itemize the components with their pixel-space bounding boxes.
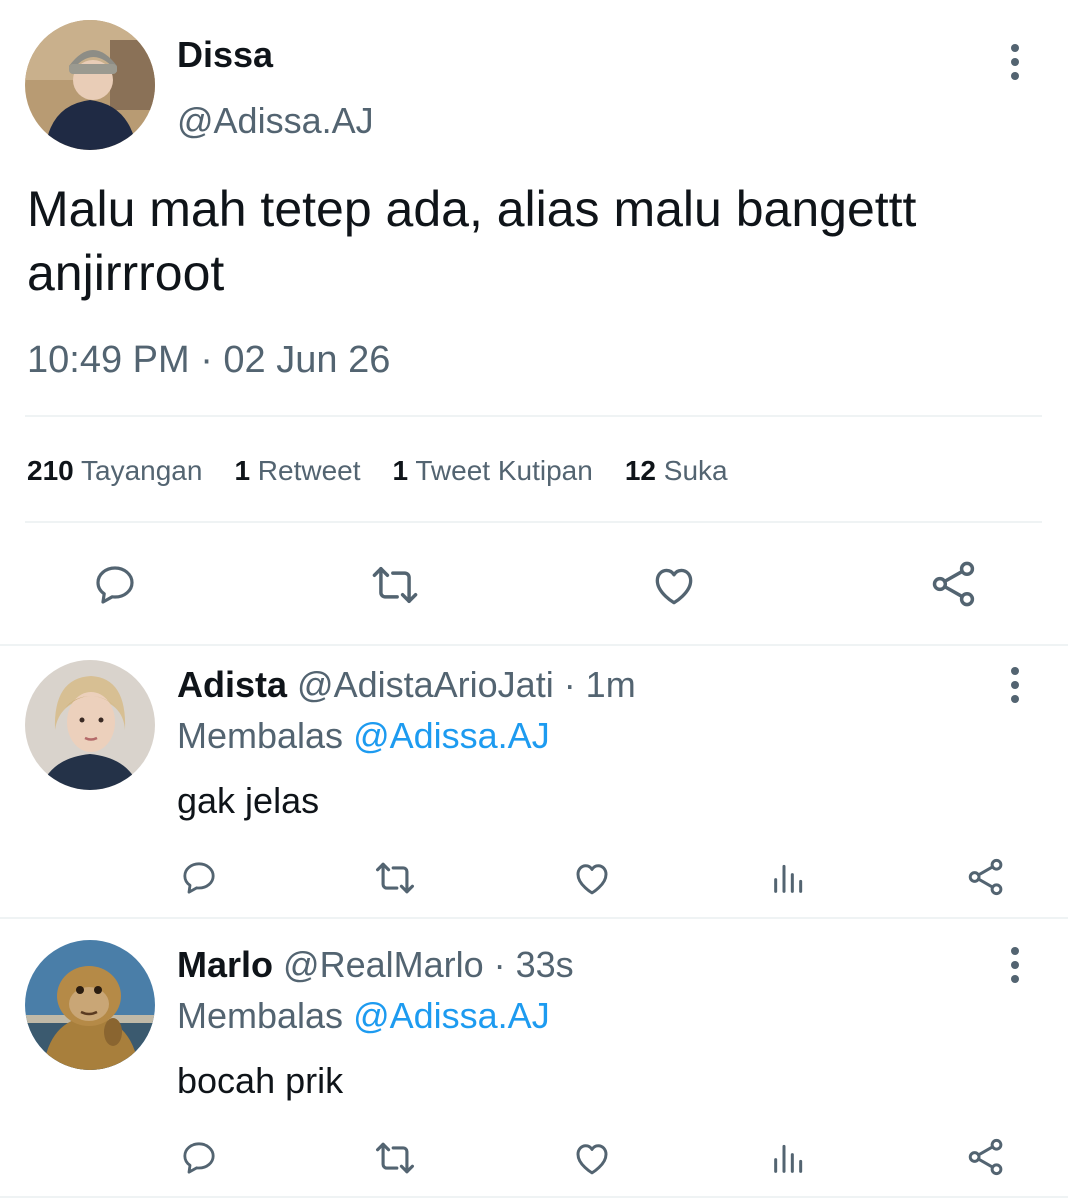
stat-likes[interactable]: 12 Suka — [625, 455, 728, 487]
reply-header: Adista @AdistaArioJati · 1m — [177, 664, 636, 706]
share-button[interactable] — [963, 1133, 1009, 1181]
like-button[interactable] — [644, 555, 704, 615]
retweet-button[interactable] — [365, 555, 425, 615]
share-icon — [968, 858, 1003, 896]
reply-author-name[interactable]: Adista — [177, 664, 287, 705]
reply-text: bocah prik — [177, 1060, 344, 1101]
reply-header: Marlo @RealMarlo · 33s — [177, 944, 574, 986]
views-icon — [774, 1144, 803, 1173]
reply-icon — [183, 862, 215, 894]
reply-handle-time[interactable]: @AdistaArioJati · 1m — [297, 664, 636, 705]
section-divider — [0, 644, 1068, 646]
reply-text: gak jelas — [177, 780, 320, 821]
stat-views[interactable]: 210 Tayangan — [27, 455, 202, 487]
divider — [25, 521, 1042, 523]
replying-to-link[interactable]: @Adissa.AJ — [353, 715, 550, 756]
stat-quote-tweets[interactable]: 1 Tweet Kutipan — [393, 455, 593, 487]
avatar[interactable] — [25, 660, 155, 790]
avatar-image — [25, 20, 155, 150]
reply-button[interactable] — [176, 1135, 222, 1181]
share-button[interactable] — [924, 553, 984, 615]
section-divider — [0, 1196, 1068, 1198]
avatar[interactable] — [25, 20, 155, 150]
share-button[interactable] — [963, 853, 1009, 901]
like-button[interactable] — [569, 855, 615, 901]
retweet-icon — [376, 862, 414, 894]
reply-icon — [183, 1142, 215, 1174]
views-button[interactable] — [766, 855, 812, 901]
avatar-image — [25, 940, 155, 1070]
section-divider — [0, 917, 1068, 919]
retweet-button[interactable] — [371, 1135, 419, 1181]
tweet-stats: 210 Tayangan 1 Retweet 1 Tweet Kutipan 1… — [27, 455, 728, 487]
stat-retweets[interactable]: 1 Retweet — [234, 455, 360, 487]
tweet-text-line-2: anjirrroot — [27, 245, 225, 301]
reply-button[interactable] — [176, 855, 222, 901]
retweet-icon — [372, 567, 418, 603]
views-icon — [774, 864, 803, 893]
avatar[interactable] — [25, 940, 155, 1070]
more-vertical-icon[interactable] — [995, 32, 1035, 92]
reply-icon — [96, 566, 134, 604]
tweet-timestamp[interactable]: 10:49 PM · 02 Jun 26 — [27, 339, 390, 382]
retweet-icon — [376, 1142, 414, 1174]
author-handle[interactable]: @Adissa.AJ — [177, 100, 374, 142]
heart-icon — [576, 1144, 608, 1175]
share-icon — [968, 1138, 1003, 1176]
tweet-text-line-1: Malu mah tetep ada, alias malu bangettt — [27, 181, 917, 237]
retweet-button[interactable] — [371, 855, 419, 901]
avatar-image — [25, 660, 155, 790]
like-button[interactable] — [569, 1135, 615, 1181]
replying-to: Membalas @Adissa.AJ — [177, 995, 550, 1036]
share-icon — [932, 561, 975, 607]
more-vertical-icon[interactable] — [995, 935, 1035, 995]
reply-author-name[interactable]: Marlo — [177, 944, 273, 985]
author-name[interactable]: Dissa — [177, 34, 273, 76]
reply-button[interactable] — [85, 555, 145, 615]
more-vertical-icon[interactable] — [995, 655, 1035, 715]
heart-icon — [576, 864, 608, 895]
replying-to: Membalas @Adissa.AJ — [177, 715, 550, 756]
replying-to-link[interactable]: @Adissa.AJ — [353, 995, 550, 1036]
heart-icon — [655, 568, 693, 605]
reply-handle-time[interactable]: @RealMarlo · 33s — [283, 944, 574, 985]
views-button[interactable] — [766, 1135, 812, 1181]
divider — [25, 415, 1042, 417]
